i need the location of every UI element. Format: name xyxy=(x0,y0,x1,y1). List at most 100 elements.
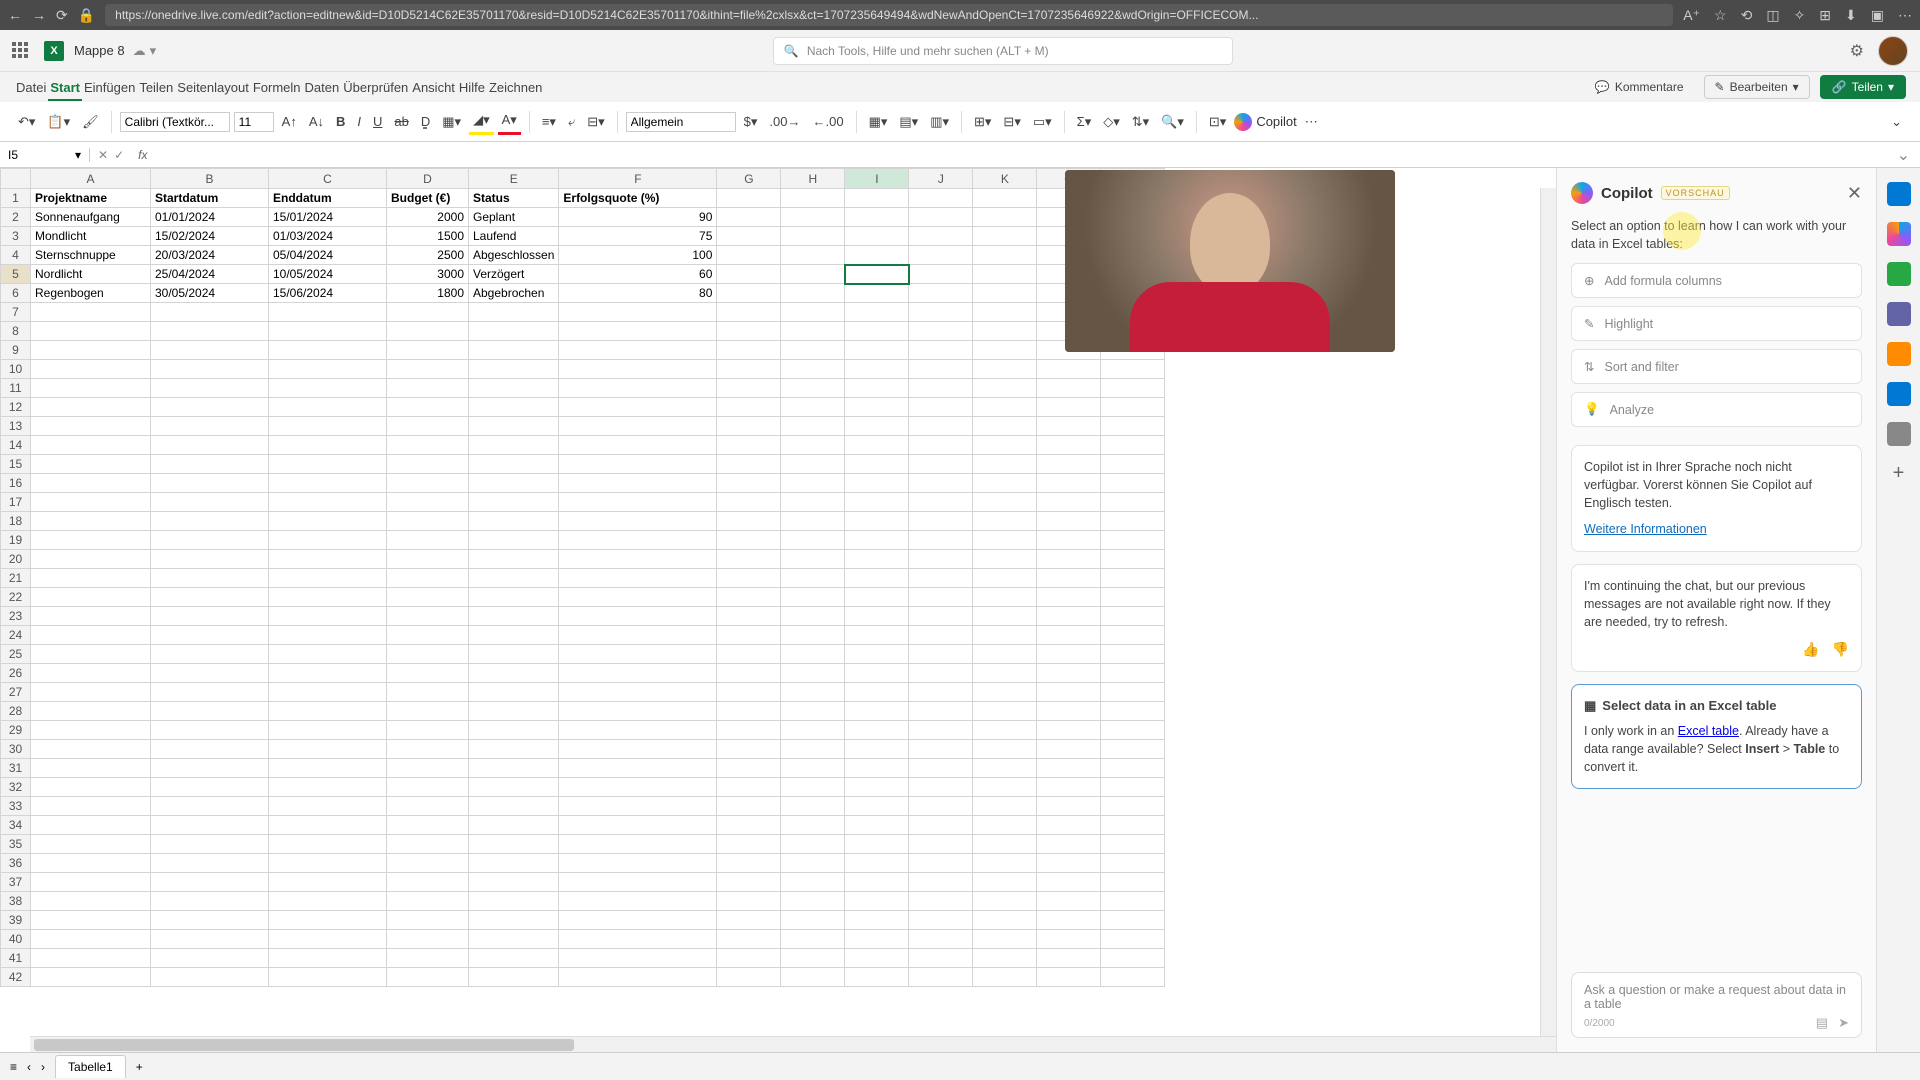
cell-E29[interactable] xyxy=(469,721,559,740)
cell-G15[interactable] xyxy=(717,455,781,474)
cell-B36[interactable] xyxy=(151,854,269,873)
cell-Q10[interactable] xyxy=(1037,360,1101,379)
cell-E25[interactable] xyxy=(469,645,559,664)
cell-C33[interactable] xyxy=(269,797,387,816)
cell-Q29[interactable] xyxy=(1037,721,1101,740)
cell-R40[interactable] xyxy=(1101,930,1165,949)
cell-G28[interactable] xyxy=(717,702,781,721)
cell-Q39[interactable] xyxy=(1037,911,1101,930)
cell-R10[interactable] xyxy=(1101,360,1165,379)
cell-D41[interactable] xyxy=(387,949,469,968)
cell-D26[interactable] xyxy=(387,664,469,683)
cell-F12[interactable] xyxy=(559,398,717,417)
row-header-7[interactable]: 7 xyxy=(1,303,31,322)
cell-C42[interactable] xyxy=(269,968,387,987)
cell-Q36[interactable] xyxy=(1037,854,1101,873)
rail-app2-icon[interactable] xyxy=(1887,342,1911,366)
row-header-4[interactable]: 4 xyxy=(1,246,31,265)
cell-E33[interactable] xyxy=(469,797,559,816)
cell-J21[interactable] xyxy=(909,569,973,588)
cell-B38[interactable] xyxy=(151,892,269,911)
document-name[interactable]: Mappe 8 xyxy=(74,43,125,58)
row-header-31[interactable]: 31 xyxy=(1,759,31,778)
cell-F35[interactable] xyxy=(559,835,717,854)
cell-D19[interactable] xyxy=(387,531,469,550)
cell-G10[interactable] xyxy=(717,360,781,379)
cell-H35[interactable] xyxy=(781,835,845,854)
cell-E11[interactable] xyxy=(469,379,559,398)
menu-datei[interactable]: Datei xyxy=(14,76,48,99)
cell-C36[interactable] xyxy=(269,854,387,873)
cell-R31[interactable] xyxy=(1101,759,1165,778)
menu-hilfe[interactable]: Hilfe xyxy=(457,76,487,99)
cell-J18[interactable] xyxy=(909,512,973,531)
row-header-5[interactable]: 5 xyxy=(1,265,31,284)
cell-B39[interactable] xyxy=(151,911,269,930)
cell-F24[interactable] xyxy=(559,626,717,645)
cell-I26[interactable] xyxy=(845,664,909,683)
horizontal-scrollbar[interactable] xyxy=(30,1036,1556,1052)
row-header-41[interactable]: 41 xyxy=(1,949,31,968)
cell-B27[interactable] xyxy=(151,683,269,702)
sort-filter-button[interactable]: ⇅▾ xyxy=(1128,110,1153,134)
cell-A8[interactable] xyxy=(31,322,151,341)
cell-E10[interactable] xyxy=(469,360,559,379)
cell-A39[interactable] xyxy=(31,911,151,930)
row-header-16[interactable]: 16 xyxy=(1,474,31,493)
cell-G23[interactable] xyxy=(717,607,781,626)
cell-G31[interactable] xyxy=(717,759,781,778)
favorite-icon[interactable]: ☆ xyxy=(1714,7,1727,24)
cell-K42[interactable] xyxy=(973,968,1037,987)
cell-R16[interactable] xyxy=(1101,474,1165,493)
row-header-10[interactable]: 10 xyxy=(1,360,31,379)
cell-H8[interactable] xyxy=(781,322,845,341)
cell-H39[interactable] xyxy=(781,911,845,930)
rail-app3-icon[interactable] xyxy=(1887,422,1911,446)
cell-A15[interactable] xyxy=(31,455,151,474)
cell-R19[interactable] xyxy=(1101,531,1165,550)
menu-überprüfen[interactable]: Überprüfen xyxy=(341,76,410,99)
cell-F10[interactable] xyxy=(559,360,717,379)
cell-C31[interactable] xyxy=(269,759,387,778)
cell-D6[interactable]: 1800 xyxy=(387,284,469,303)
cell-J29[interactable] xyxy=(909,721,973,740)
cell-J9[interactable] xyxy=(909,341,973,360)
cell-F16[interactable] xyxy=(559,474,717,493)
cell-R39[interactable] xyxy=(1101,911,1165,930)
cell-I14[interactable] xyxy=(845,436,909,455)
cell-C4[interactable]: 05/04/2024 xyxy=(269,246,387,265)
cell-B6[interactable]: 30/05/2024 xyxy=(151,284,269,303)
copilot-option-analyze[interactable]: 💡Analyze xyxy=(1571,392,1862,427)
cell-B23[interactable] xyxy=(151,607,269,626)
fill-color-button[interactable]: ◢▾ xyxy=(469,108,494,135)
autosum-button[interactable]: Σ▾ xyxy=(1073,110,1096,134)
cell-B17[interactable] xyxy=(151,493,269,512)
cell-K36[interactable] xyxy=(973,854,1037,873)
cell-B11[interactable] xyxy=(151,379,269,398)
cell-E42[interactable] xyxy=(469,968,559,987)
cell-C10[interactable] xyxy=(269,360,387,379)
cell-I42[interactable] xyxy=(845,968,909,987)
cell-B26[interactable] xyxy=(151,664,269,683)
cell-E27[interactable] xyxy=(469,683,559,702)
cell-styles-button[interactable]: ▥▾ xyxy=(926,110,953,134)
row-header-14[interactable]: 14 xyxy=(1,436,31,455)
cell-Q38[interactable] xyxy=(1037,892,1101,911)
cell-K18[interactable] xyxy=(973,512,1037,531)
cell-H34[interactable] xyxy=(781,816,845,835)
row-header-12[interactable]: 12 xyxy=(1,398,31,417)
cell-B41[interactable] xyxy=(151,949,269,968)
cell-H18[interactable] xyxy=(781,512,845,531)
row-header-38[interactable]: 38 xyxy=(1,892,31,911)
cell-E38[interactable] xyxy=(469,892,559,911)
cell-B14[interactable] xyxy=(151,436,269,455)
cell-D7[interactable] xyxy=(387,303,469,322)
cell-B8[interactable] xyxy=(151,322,269,341)
cell-Q19[interactable] xyxy=(1037,531,1101,550)
menu-formeln[interactable]: Formeln xyxy=(251,76,303,99)
cell-G33[interactable] xyxy=(717,797,781,816)
format-painter-button[interactable]: 🖌 xyxy=(78,110,103,134)
cell-G34[interactable] xyxy=(717,816,781,835)
cell-E4[interactable]: Abgeschlossen xyxy=(469,246,559,265)
cell-B4[interactable]: 20/03/2024 xyxy=(151,246,269,265)
